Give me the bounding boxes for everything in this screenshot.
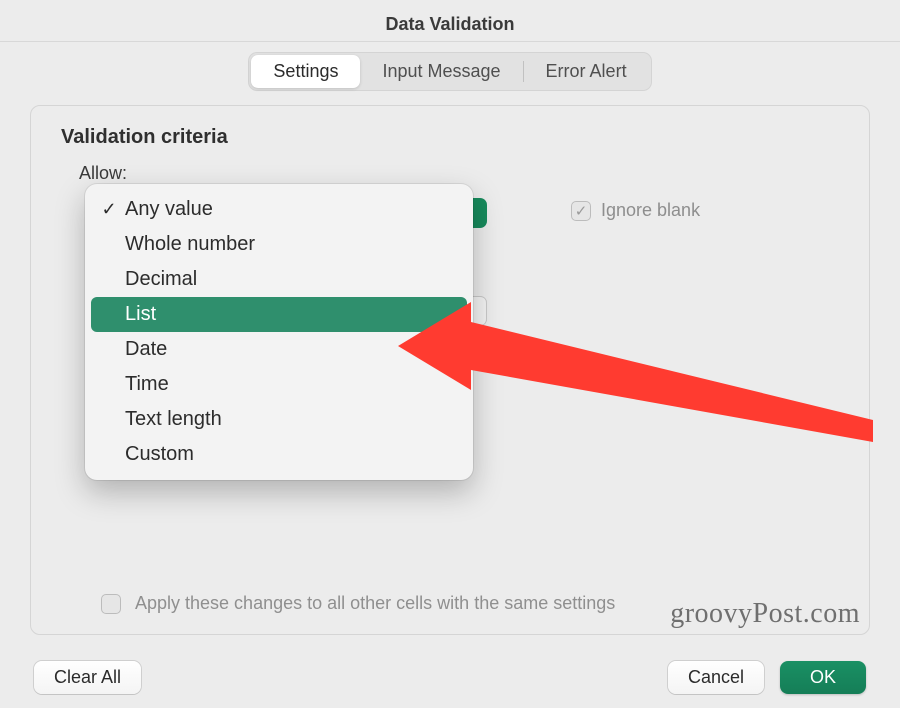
apply-all-label: Apply these changes to all other cells w… [135,593,615,614]
clear-all-button[interactable]: Clear All [34,661,141,694]
allow-option-time[interactable]: Time [85,367,473,402]
ignore-blank-row: ✓ Ignore blank [571,200,700,221]
option-label: List [125,303,156,326]
tab-settings[interactable]: Settings [251,55,360,88]
check-icon: ✓ [99,199,119,220]
allow-dropdown-popup: ✓ Any value Whole number Decimal List Da… [85,184,473,480]
allow-option-date[interactable]: Date [85,332,473,367]
data-validation-dialog: Data Validation Settings Input Message E… [0,0,900,708]
titlebar: Data Validation [0,0,900,42]
settings-panel: Validation criteria Allow: ✓ Ignore blan… [30,105,870,635]
allow-option-text-length[interactable]: Text length [85,402,473,437]
option-label: Any value [125,198,213,221]
apply-all-checkbox[interactable]: ✓ [101,594,121,614]
option-label: Date [125,338,167,361]
allow-option-whole-number[interactable]: Whole number [85,227,473,262]
option-label: Text length [125,408,222,431]
allow-option-list[interactable]: List [91,297,467,332]
dialog-title: Data Validation [385,14,514,34]
ok-button[interactable]: OK [780,661,866,694]
ignore-blank-label: Ignore blank [601,200,700,221]
allow-option-custom[interactable]: Custom [85,437,473,472]
option-label: Decimal [125,268,197,291]
validation-criteria-heading: Validation criteria [61,126,845,149]
allow-option-any-value[interactable]: ✓ Any value [85,192,473,227]
allow-option-decimal[interactable]: Decimal [85,262,473,297]
option-label: Time [125,373,169,396]
tab-error-alert[interactable]: Error Alert [524,55,649,88]
allow-label: Allow: [79,163,845,184]
cancel-button[interactable]: Cancel [668,661,764,694]
ignore-blank-checkbox[interactable]: ✓ [571,201,591,221]
option-label: Custom [125,443,194,466]
tab-input-message[interactable]: Input Message [360,55,522,88]
dialog-button-row: Clear All Cancel OK [0,661,900,694]
option-label: Whole number [125,233,255,256]
tab-bar: Settings Input Message Error Alert [0,52,900,91]
apply-all-row: ✓ Apply these changes to all other cells… [101,593,615,614]
